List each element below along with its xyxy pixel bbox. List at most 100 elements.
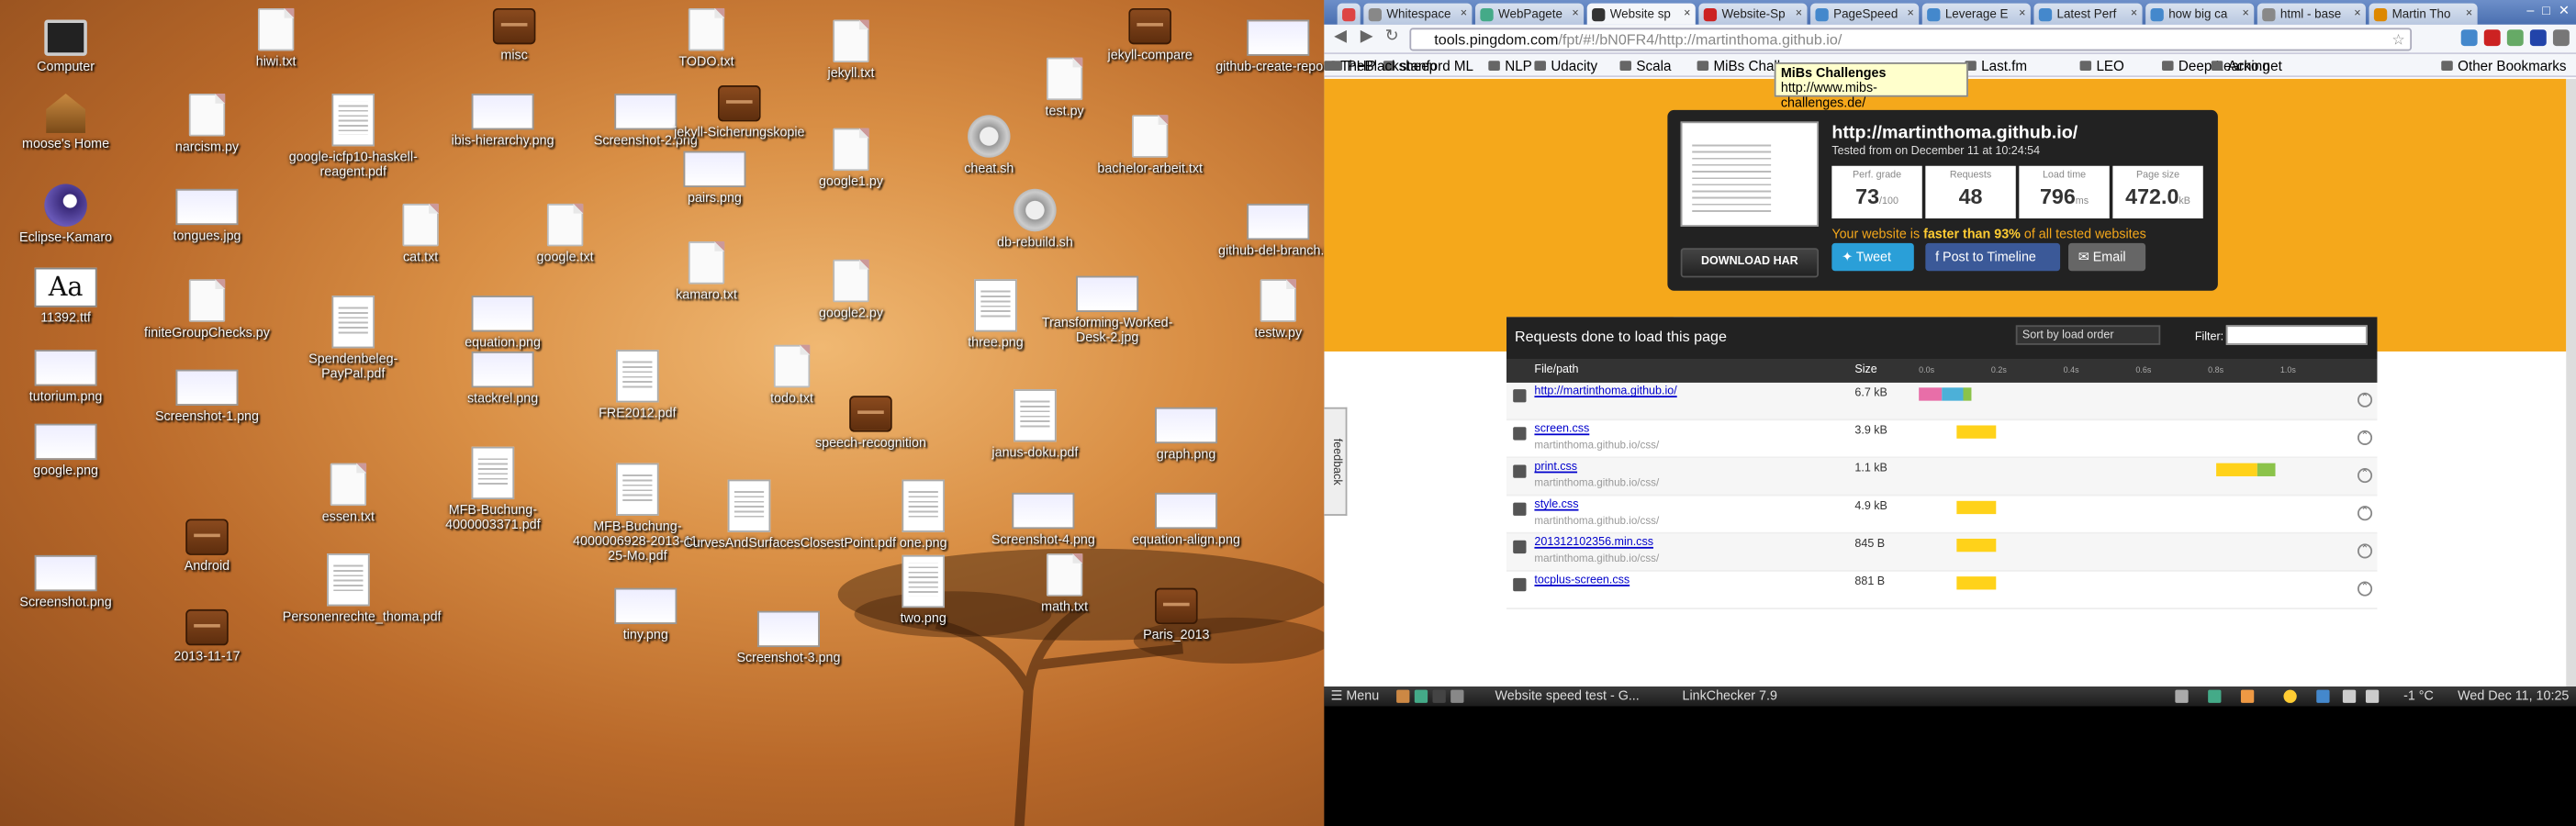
browser-tab[interactable]: WebPagete × [1475, 3, 1585, 25]
extension-icon[interactable] [2483, 29, 2501, 47]
bookmark-item[interactable]: Other Bookmarks [2441, 54, 2567, 75]
weather-sun-icon[interactable] [2283, 689, 2297, 703]
browser-tab[interactable] [1337, 3, 1361, 25]
desktop-icon[interactable]: stackrel.png [437, 351, 568, 406]
desktop-icon[interactable]: essen.txt [283, 463, 414, 524]
desktop-icon[interactable]: Screenshot.png [0, 554, 131, 609]
bookmark-item[interactable]: Last.fm [1965, 54, 2027, 75]
desktop-icon[interactable]: equation-align.png [1120, 492, 1251, 547]
tweet-button[interactable]: ✦ Tweet [1831, 242, 1914, 272]
close-tab-icon[interactable]: × [2243, 4, 2249, 25]
close-tab-icon[interactable]: × [1684, 4, 1690, 25]
desktop-icon[interactable]: Screenshot-4.png [978, 492, 1109, 547]
request-url-link[interactable]: screen.css [1534, 424, 1589, 436]
feedback-tab[interactable]: feedback [1324, 407, 1348, 516]
desktop-icon[interactable]: jekyll-compare [1084, 7, 1215, 62]
tray-chrome-icon[interactable] [2208, 689, 2222, 703]
desktop-icon[interactable]: Aa 11392.ttf [0, 267, 131, 325]
files-icon[interactable] [1450, 689, 1464, 703]
tray-icon[interactable] [2175, 689, 2189, 703]
desktop-icon[interactable]: FRE2012.pdf [572, 350, 703, 420]
browser-tab[interactable]: PageSpeed × [1810, 3, 1920, 25]
expand-row-icon[interactable]: ⌃ [2357, 543, 2373, 559]
desktop-icon[interactable]: TODO.txt [641, 7, 772, 69]
desktop-icon[interactable]: Screenshot-1.png [141, 369, 273, 424]
desktop-icon[interactable]: finiteGroupChecks.py [141, 279, 273, 340]
bookmark-item[interactable]: NLP [1488, 54, 1532, 75]
network-icon[interactable] [2342, 689, 2357, 703]
bookmark-item[interactable]: Acko.net [2211, 54, 2282, 75]
close-tab-icon[interactable]: × [1907, 4, 1913, 25]
close-icon[interactable]: ✕ [2559, 4, 2570, 18]
desktop-icon[interactable]: graph.png [1120, 407, 1251, 462]
browser-tab[interactable]: Latest Perf × [2033, 3, 2143, 25]
reload-icon[interactable]: ↻ [1385, 28, 1399, 46]
desktop-icon[interactable]: Paris_2013 [1111, 587, 1242, 642]
shield-icon[interactable] [2316, 689, 2330, 703]
extension-icon[interactable] [2529, 29, 2547, 47]
close-tab-icon[interactable]: × [2354, 4, 2360, 25]
back-icon[interactable]: ◀ [1334, 28, 1347, 46]
extension-icon[interactable] [2460, 29, 2478, 47]
desktop-icon[interactable]: Android [141, 519, 273, 574]
desktop-icon[interactable]: misc [449, 7, 580, 62]
bookmark-item[interactable]: Scala [1619, 54, 1671, 75]
expand-row-icon[interactable]: ⌃ [2357, 392, 2373, 407]
request-url-link[interactable]: tocplus-screen.css [1534, 575, 1630, 586]
desktop-icon[interactable]: jekyll.txt [785, 19, 916, 81]
desktop-icon[interactable]: test.py [999, 57, 1130, 118]
browser-tab[interactable]: Website-Sp × [1698, 3, 1808, 25]
desktop-icon[interactable]: Personenrechte_thoma.pdf [283, 553, 442, 624]
request-url-link[interactable]: print.css [1534, 462, 1577, 474]
close-tab-icon[interactable]: × [2131, 4, 2137, 25]
bookmark-item[interactable]: TheBlacksheep [1324, 54, 1437, 75]
desktop-icon[interactable]: two.png [857, 554, 989, 626]
desktop-icon[interactable]: cat.txt [355, 203, 487, 264]
scrollbar[interactable] [2566, 78, 2576, 687]
close-tab-icon[interactable]: × [2019, 4, 2025, 25]
browser-tab[interactable]: Leverage E × [1921, 3, 2031, 25]
desktop-icon[interactable]: janus-doku.pdf [969, 389, 1101, 460]
browser-tab[interactable]: Website sp × [1586, 3, 1696, 25]
expand-row-icon[interactable]: ⌃ [2357, 581, 2373, 597]
desktop-icon[interactable]: google.txt [499, 203, 631, 264]
download-har-button[interactable]: DOWNLOAD HAR [1680, 248, 1820, 278]
desktop-icon[interactable]: speech-recognition [805, 396, 936, 450]
browser-tab[interactable]: how big ca × [2145, 3, 2255, 25]
desktop-icon[interactable]: pairs.png [649, 151, 780, 206]
forward-icon[interactable]: ▶ [1361, 28, 1373, 46]
expand-row-icon[interactable]: ⌃ [2357, 468, 2373, 484]
chrome-icon[interactable] [1414, 689, 1428, 703]
desktop-icon[interactable]: cheat.sh [924, 115, 1055, 175]
desktop-icon[interactable]: tiny.png [580, 587, 711, 642]
desktop-icon[interactable]: moose's Home [0, 94, 131, 151]
desktop-icon[interactable]: Eclipse-Kamaro [0, 184, 131, 245]
filter-input[interactable] [2225, 325, 2368, 345]
desktop-icon[interactable]: 2013-11-17 [141, 608, 273, 664]
browser-tab[interactable]: Whitespace × [1363, 3, 1473, 25]
desktop-icon[interactable]: Computer [0, 19, 131, 74]
minimize-icon[interactable]: – [2526, 4, 2534, 18]
desktop-icon[interactable]: narcism.py [141, 94, 273, 154]
desktop-icon[interactable]: Transforming-Worked-Desk-2.jpg [1042, 275, 1173, 345]
tray-icon[interactable] [2240, 689, 2255, 703]
sort-select[interactable]: Sort by load order [2015, 325, 2161, 345]
volume-icon[interactable] [2365, 689, 2380, 703]
task-linkchecker[interactable]: LinkChecker 7.9 [1682, 686, 1776, 706]
desktop-icon[interactable]: hiwi.txt [210, 7, 342, 69]
desktop-icon[interactable]: MFB-Buchung-4000003371.pdf [427, 446, 558, 532]
desktop-icon[interactable]: bachelor-arbeit.txt [1084, 115, 1215, 175]
expand-row-icon[interactable]: ⌃ [2357, 506, 2373, 521]
desktop-icon[interactable]: google-icfp10-haskell-reagent.pdf [287, 94, 419, 179]
request-url-link[interactable]: 201312102356.min.css [1534, 537, 1653, 549]
extension-icon[interactable] [2506, 29, 2524, 47]
desktop-icon[interactable]: one.png [857, 479, 989, 550]
bookmark-item[interactable]: LEO [2079, 54, 2124, 75]
menu-icon[interactable] [2552, 29, 2570, 47]
maximize-icon[interactable]: □ [2542, 4, 2550, 18]
desktop-icon[interactable]: google1.py [785, 128, 916, 189]
desktop-icon[interactable]: google.png [0, 423, 131, 478]
bookmark-item[interactable]: Udacity [1534, 54, 1597, 75]
close-tab-icon[interactable]: × [1461, 4, 1467, 25]
desktop-icon[interactable]: google2.py [785, 259, 916, 320]
